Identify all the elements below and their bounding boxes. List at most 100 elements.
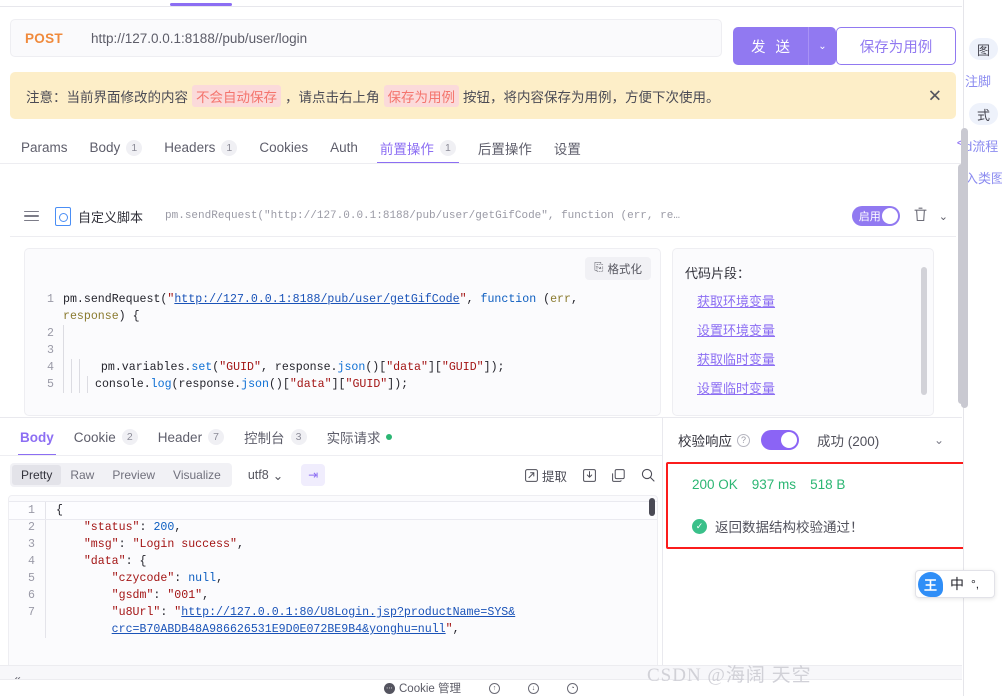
code-token: http://127.0.0.1:8188/pub/user/getGifCod… (174, 293, 460, 306)
right-panel-item-4[interactable]: d流程 (965, 136, 998, 155)
http-method-label[interactable]: POST (25, 31, 63, 46)
line-number: 1 (47, 293, 54, 306)
request-tab-5[interactable]: Auth (319, 131, 369, 164)
request-tab-7[interactable]: 后置操作 (467, 131, 543, 164)
request-tab-label: Auth (330, 140, 358, 155)
view-mode-pretty[interactable]: Pretty (12, 465, 62, 485)
json-gutter-divider (45, 587, 46, 604)
response-tab-5[interactable]: 实际请求 (317, 422, 402, 452)
download-button[interactable]: ↓ (528, 682, 539, 694)
send-button[interactable]: 发 送 (733, 27, 808, 65)
wrap-lines-icon[interactable]: ⇥ (301, 464, 326, 486)
send-dropdown-caret-icon[interactable]: ⌄ (808, 27, 836, 65)
json-token: : (160, 606, 175, 619)
code-token: ()[ (365, 361, 387, 374)
ime-toolbar[interactable]: 王 中 °, (915, 570, 995, 598)
json-line-number: 2 (28, 521, 35, 534)
ime-punctuation-icon[interactable]: °, (971, 577, 979, 591)
response-viewer-toolbar: Pretty Raw Preview Visualize utf8 ⌄ ⇥ 提取 (10, 461, 655, 489)
encoding-selector[interactable]: utf8 ⌄ (248, 468, 283, 483)
save-response-icon[interactable] (583, 468, 596, 482)
snippet-item-3[interactable]: 获取临时变量 (697, 349, 775, 368)
json-gutter-divider (45, 519, 46, 536)
validation-collapse-chevron-icon[interactable]: ⌄ (934, 433, 944, 447)
script-file-icon (55, 206, 71, 226)
ime-logo-icon[interactable]: 王 (918, 571, 943, 597)
script-editor[interactable]: ⎘ 格式化 1 pm.sendRequest("http://127.0.0.1:… (24, 248, 661, 416)
response-tab-2[interactable]: Cookie 2 (64, 422, 148, 452)
snippet-item-4[interactable]: 设置临时变量 (697, 378, 775, 397)
view-mode-raw[interactable]: Raw (61, 465, 103, 485)
help-icon[interactable]: ? (737, 433, 750, 447)
request-tab-badge: 1 (126, 139, 143, 156)
url-input-box[interactable]: POST http://127.0.0.1:8188//pub/user/log… (10, 19, 722, 57)
right-panel-scrollbar[interactable] (961, 128, 968, 408)
code-token: ]); (483, 361, 505, 374)
response-body-viewer[interactable]: 1{2 "status": 200, 3 "msg": "Login succes… (8, 495, 658, 670)
json-token: : (118, 538, 133, 551)
code-line: 2 (25, 325, 660, 342)
response-tab-1[interactable]: Body (10, 422, 64, 456)
format-button[interactable]: ⎘ 格式化 (585, 257, 651, 280)
code-token: json (241, 378, 269, 391)
line-number: 3 (47, 344, 54, 357)
right-panel-item-3[interactable]: 式 (969, 103, 999, 125)
validation-toggle[interactable] (761, 430, 799, 450)
snippet-item-1[interactable]: 获取环境变量 (697, 291, 775, 310)
view-mode-preview[interactable]: Preview (103, 465, 164, 485)
script-collapse-chevron-icon[interactable]: ⌄ (939, 210, 948, 223)
code-token: "GUID" (219, 361, 261, 374)
json-token: , (236, 538, 244, 551)
json-token: , (174, 521, 182, 534)
request-tab-6[interactable]: 前置操作 1 (369, 131, 467, 164)
response-json-lines: 1{2 "status": 200, 3 "msg": "Login succes… (9, 501, 657, 638)
json-line-text: "czycode": null, (56, 570, 223, 587)
code-line-text: response) { (63, 308, 140, 325)
view-mode-visualize[interactable]: Visualize (164, 465, 230, 485)
drag-handle-icon[interactable] (24, 208, 39, 225)
json-gutter-divider (45, 621, 46, 638)
script-enable-toggle[interactable]: 启用 (851, 206, 900, 226)
ime-mode-label[interactable]: 中 (950, 574, 964, 594)
script-enable-label: 启用 (858, 211, 881, 223)
request-tab-2[interactable]: Body 1 (79, 131, 154, 164)
request-tab-4[interactable]: Cookies (248, 131, 319, 164)
history-button[interactable]: ◔ (567, 682, 578, 694)
extract-button[interactable]: 提取 (525, 466, 567, 485)
request-tab-1[interactable]: Params (10, 131, 79, 164)
json-token: , (216, 572, 224, 585)
right-panel-item-1[interactable]: 图 (969, 38, 999, 60)
viewer-toolbar-actions: 提取 (525, 466, 655, 485)
delete-script-icon[interactable] (914, 207, 927, 225)
url-input[interactable]: http://127.0.0.1:8188//pub/user/login (91, 31, 307, 46)
request-tab-8[interactable]: 设置 (543, 131, 592, 164)
response-tab-badge: 7 (208, 429, 225, 445)
search-icon[interactable] (641, 468, 655, 482)
script-name[interactable]: 自定义脚本 (78, 207, 143, 226)
code-token: , response. (260, 361, 338, 374)
snippet-item-2[interactable]: 设置环境变量 (697, 320, 775, 339)
cookie-manager-button[interactable]: ⋯ Cookie 管理 (384, 680, 461, 696)
code-token: , (570, 293, 578, 306)
notice-close-icon[interactable]: ✕ (928, 87, 942, 104)
code-token: "data" (386, 361, 428, 374)
response-tab-3[interactable]: Header 7 (148, 422, 234, 452)
response-tab-4[interactable]: 控制台 3 (234, 422, 317, 452)
request-tab-badge: 1 (439, 139, 456, 156)
request-tab-3[interactable]: Headers 1 (153, 131, 248, 164)
save-as-case-button[interactable]: 保存为用例 (836, 27, 956, 65)
indent-guide (63, 342, 71, 359)
snippet-list: 获取环境变量 设置环境变量 获取临时变量 设置临时变量 (673, 291, 933, 397)
right-panel-item-5[interactable]: 入类图 (965, 168, 1002, 187)
response-body-scrollbar[interactable] (649, 498, 655, 516)
code-token: ()[ (268, 378, 290, 391)
json-line-text: "u8Url": "http://127.0.0.1:80/U8Login.js… (56, 604, 516, 621)
script-code-area[interactable]: 1 pm.sendRequest("http://127.0.0.1:8188/p… (25, 291, 660, 415)
snippet-scrollbar[interactable] (921, 267, 927, 395)
json-line-text: "msg": "Login success", (56, 536, 244, 553)
right-panel-item-2[interactable]: 注脚 (965, 71, 991, 90)
request-tab-label: Cookies (259, 140, 309, 155)
upload-button[interactable]: ↑ (489, 682, 500, 694)
notice-middle: ，请点击右上角 (285, 89, 380, 105)
copy-response-icon[interactable] (612, 468, 625, 482)
